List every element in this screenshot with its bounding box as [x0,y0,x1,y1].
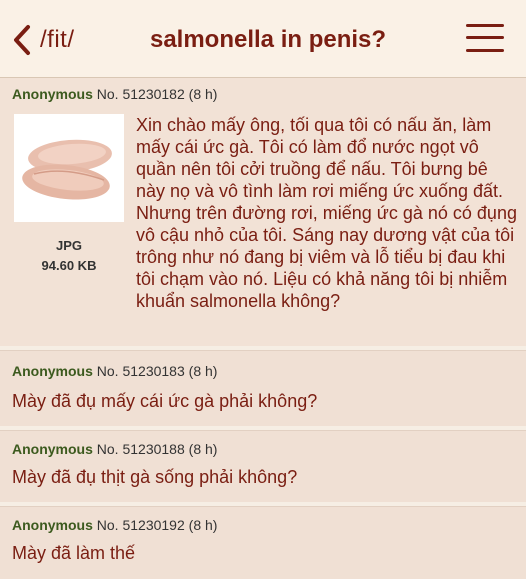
post-no-label: No. [96,86,119,102]
post-number[interactable]: 51230183 [122,363,184,379]
post-number[interactable]: 51230188 [122,441,184,457]
post-number[interactable]: 51230182 [122,86,184,102]
op-post: Anonymous No. 51230182 (8 h) JPG 94.60 K… [0,78,526,346]
file-type: JPG [55,238,82,253]
reply-comment: Mày đã làm thế [12,543,136,563]
reply-post: Anonymous No. 51230188 (8 h) Mày đã đụ t… [0,430,526,502]
thread-title: salmonella in penis? [149,26,387,53]
post-meta: Anonymous No. 51230192 (8 h) [12,517,217,533]
poster-name: Anonymous [12,517,93,533]
board-label: /fit/ [40,26,75,53]
post-meta: Anonymous No. 51230183 (8 h) [12,363,217,379]
poster-name: Anonymous [12,441,93,457]
hamburger-menu-icon[interactable] [466,22,504,54]
reply-comment: Mày đã đụ thịt gà sống phải không? [12,467,298,487]
file-size: 94.60 KB [41,258,97,273]
reply-comment: Mày đã đụ mấy cái ức gà phải không? [12,391,318,411]
reply-post: Anonymous No. 51230192 (8 h) Mày đã làm … [0,506,526,579]
post-meta: Anonymous No. 51230188 (8 h) [12,441,217,457]
post-no-label: No. [96,441,119,457]
poster-name: Anonymous [12,363,93,379]
post-age: (8 h) [188,86,218,102]
post-meta: Anonymous No. 51230182 (8 h) [12,86,217,102]
poster-name: Anonymous [12,86,93,102]
post-no-label: No. [96,363,119,379]
reply-post: Anonymous No. 51230183 (8 h) Mày đã đụ m… [0,350,526,426]
chicken-breast-image [14,114,124,222]
back-button[interactable]: /fit/ [10,20,80,60]
post-number[interactable]: 51230192 [122,517,184,533]
post-no-label: No. [96,517,119,533]
op-comment: Xin chào mấy ông, tối qua tôi có nấu ăn,… [136,115,517,311]
post-age: (8 h) [188,517,218,533]
chevron-left-icon [14,25,30,55]
post-age: (8 h) [188,363,218,379]
post-age: (8 h) [188,441,218,457]
app-header: /fit/ salmonella in penis? [0,0,526,78]
post-thumbnail[interactable] [14,114,124,222]
